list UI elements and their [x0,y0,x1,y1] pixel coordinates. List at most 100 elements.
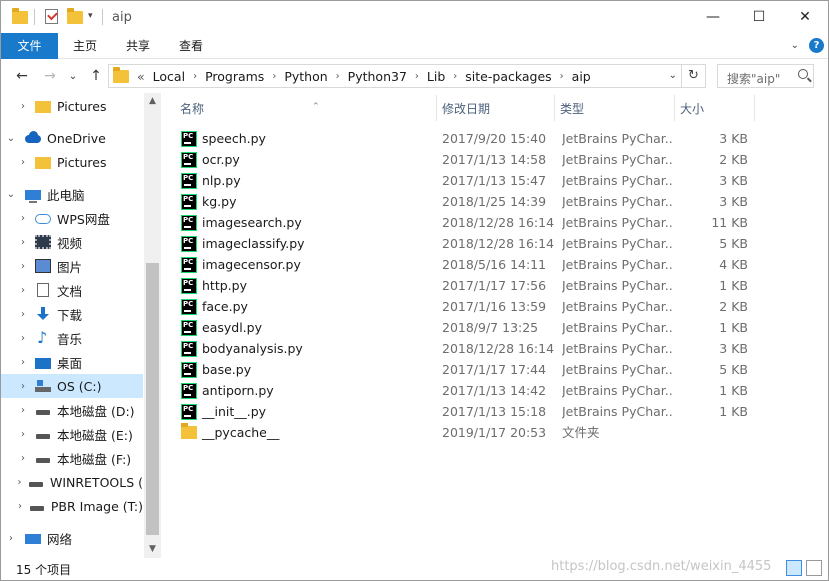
breadcrumb-overflow[interactable]: « [137,69,145,84]
new-folder-icon[interactable] [67,7,83,27]
back-button[interactable]: ← [12,66,32,86]
maximize-button[interactable]: ☐ [736,1,782,33]
table-row[interactable]: antiporn.py 2017/1/13 14:42 JetBrains PyCh… [162,380,762,401]
column-header-size[interactable]: 大小 [674,98,754,120]
expand-arrow-icon[interactable]: › [17,501,23,512]
scroll-up-icon[interactable]: ▲ [144,93,161,110]
sidebar-item-network[interactable]: › 网络 [1,526,143,550]
file-name-cell[interactable]: antiporn.py [181,380,431,401]
crumb-python[interactable]: Python [284,69,327,84]
forward-button[interactable]: → [40,66,60,86]
file-name-cell[interactable]: speech.py [181,128,431,149]
table-row[interactable]: __pycache__ 2019/1/17 20:53 文件夹 [162,422,762,443]
table-row[interactable]: imagecensor.py 2018/5/16 14:11 JetBrains P… [162,254,762,275]
expand-arrow-icon[interactable]: › [17,261,29,272]
crumb-separator-icon[interactable]: › [336,71,340,82]
file-name-cell[interactable]: imagesearch.py [181,212,431,233]
crumb-lib[interactable]: Lib [427,69,445,84]
file-name-cell[interactable]: http.py [181,275,431,296]
file-name-cell[interactable]: imageclassify.py [181,233,431,254]
expand-arrow-icon[interactable]: › [17,101,29,112]
refresh-button[interactable]: ↻ [681,65,705,87]
crumb-separator-icon[interactable]: › [272,71,276,82]
expand-arrow-icon[interactable]: › [17,213,29,224]
expand-arrow-icon[interactable]: › [17,285,29,296]
table-row[interactable]: nlp.py 2017/1/13 15:47 JetBrains PyChar...… [162,170,762,191]
file-name-cell[interactable]: face.py [181,296,431,317]
file-name-cell[interactable]: __pycache__ [181,422,431,443]
crumb-separator-icon[interactable]: › [415,71,419,82]
crumb-separator-icon[interactable]: › [560,71,564,82]
recent-locations-button[interactable]: ⌄ [63,66,83,86]
file-name-cell[interactable]: nlp.py [181,170,431,191]
minimize-button[interactable]: — [690,1,736,33]
expand-arrow-icon[interactable]: › [5,533,17,544]
large-icons-view-icon[interactable] [806,560,822,576]
properties-icon[interactable] [45,7,58,27]
sidebar-item-wps-cloud[interactable]: › WPS网盘 [1,206,143,230]
file-name-cell[interactable]: ocr.py [181,149,431,170]
address-bar[interactable]: « Local › Programs › Python › Python37 ›… [108,64,706,88]
scroll-down-icon[interactable]: ▼ [144,541,161,558]
expand-arrow-icon[interactable]: › [17,405,29,416]
expand-arrow-icon[interactable]: › [17,157,29,168]
expand-arrow-icon[interactable]: › [17,333,29,344]
table-row[interactable]: bodyanalysis.py 2018/12/28 16:14 JetBrains… [162,338,762,359]
sidebar-item-drive-d[interactable]: › 本地磁盘 (D:) [1,398,143,422]
crumb-site-packages[interactable]: site-packages [465,69,551,84]
table-row[interactable]: kg.py 2018/1/25 14:39 JetBrains PyChar... 3… [162,191,762,212]
file-name-cell[interactable]: kg.py [181,191,431,212]
close-button[interactable]: ✕ [782,1,828,33]
navigation-scrollbar[interactable]: ▲ ▼ [144,93,161,558]
sidebar-item-os-c[interactable]: › OS (C:) [1,374,143,398]
tab-file[interactable]: 文件 [1,33,58,59]
tab-home[interactable]: 主页 [63,33,107,59]
sidebar-item-pictures[interactable]: › 图片 [1,254,143,278]
expand-arrow-icon[interactable]: › [17,453,29,464]
column-header-name[interactable]: 名称 ⌃ [174,98,436,120]
column-header-date[interactable]: 修改日期 [436,98,554,120]
column-header-type[interactable]: 类型 [554,98,674,120]
expand-ribbon-icon[interactable]: ⌄ [791,40,799,51]
crumb-programs[interactable]: Programs [205,69,264,84]
sidebar-item-desktop[interactable]: › 桌面 [1,350,143,374]
crumb-python37[interactable]: Python37 [348,69,407,84]
sidebar-item-music[interactable]: › 音乐 [1,326,143,350]
crumb-separator-icon[interactable]: › [453,71,457,82]
sidebar-item-onedrive[interactable]: ⌄ OneDrive [1,126,143,150]
sidebar-item-videos[interactable]: › 视频 [1,230,143,254]
tab-share[interactable]: 共享 [116,33,160,59]
file-name-cell[interactable]: imagecensor.py [181,254,431,275]
sidebar-item-downloads[interactable]: › 下载 [1,302,143,326]
file-name-cell[interactable]: bodyanalysis.py [181,338,431,359]
up-button[interactable]: ↑ [86,66,106,86]
sidebar-item-this-pc[interactable]: ⌄ 此电脑 [1,182,143,206]
search-icon[interactable] [798,69,808,79]
crumb-separator-icon[interactable]: › [193,71,197,82]
table-row[interactable]: imageclassify.py 2018/12/28 16:14 JetBrain… [162,233,762,254]
customize-qa-icon[interactable]: ▾ [88,11,93,31]
sidebar-item-documents[interactable]: › 文档 [1,278,143,302]
expand-arrow-icon[interactable]: › [17,381,29,392]
table-row[interactable]: __init__.py 2017/1/13 15:18 JetBrains PyCh… [162,401,762,422]
address-dropdown-icon[interactable]: ⌄ [669,70,677,81]
crumb-local[interactable]: Local [153,69,185,84]
tab-view[interactable]: 查看 [169,33,213,59]
collapse-arrow-icon[interactable]: ⌄ [5,133,17,144]
sidebar-item-onedrive-pictures[interactable]: › Pictures [1,150,143,174]
details-view-icon[interactable] [786,560,802,576]
sidebar-item-pictures-quick[interactable]: › Pictures [1,94,143,118]
table-row[interactable]: base.py 2017/1/17 17:44 JetBrains PyChar..… [162,359,762,380]
crumb-aip[interactable]: aip [572,69,591,84]
file-name-cell[interactable]: base.py [181,359,431,380]
sidebar-item-pbr-image[interactable]: › PBR Image (T:) [1,494,143,518]
table-row[interactable]: speech.py 2017/9/20 15:40 JetBrains PyChar… [162,128,762,149]
sidebar-item-drive-e[interactable]: › 本地磁盘 (E:) [1,422,143,446]
expand-arrow-icon[interactable]: › [17,309,29,320]
file-name-cell[interactable]: __init__.py [181,401,431,422]
expand-arrow-icon[interactable]: › [17,237,29,248]
scrollbar-thumb[interactable] [146,263,159,535]
expand-arrow-icon[interactable]: › [17,477,22,488]
table-row[interactable]: face.py 2017/1/16 13:59 JetBrains PyChar..… [162,296,762,317]
table-row[interactable]: ocr.py 2017/1/13 14:58 JetBrains PyChar...… [162,149,762,170]
